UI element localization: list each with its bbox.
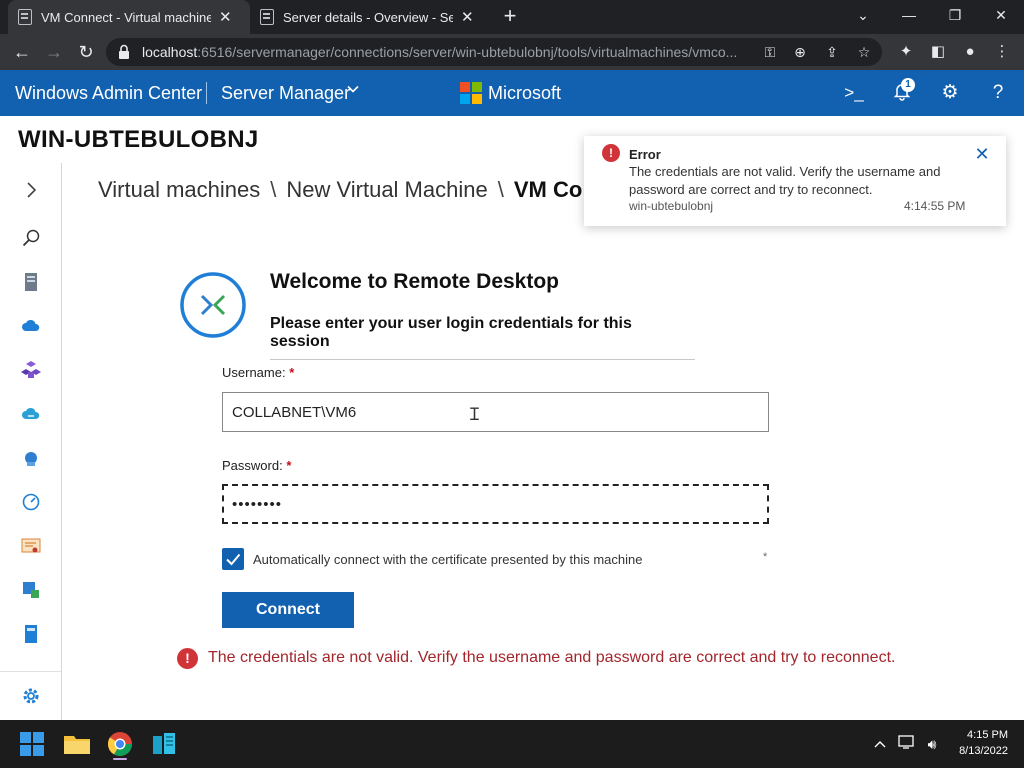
close-icon[interactable]: ✕ xyxy=(972,144,992,164)
lock-icon xyxy=(119,44,129,59)
volume-icon[interactable]: 🔊︎ xyxy=(922,734,942,754)
certificate-icon[interactable] xyxy=(16,531,46,561)
tool-nav-rail xyxy=(0,163,62,720)
clock-date[interactable]: 8/13/2022 xyxy=(948,745,1008,757)
chevron-down-icon[interactable] xyxy=(346,82,360,99)
chrome-icon[interactable] xyxy=(104,728,136,760)
url-text: localhost:6516/servermanager/connections… xyxy=(142,44,752,60)
inline-error-message: The credentials are not valid. Verify th… xyxy=(208,649,896,666)
minimize-button[interactable]: — xyxy=(886,0,932,30)
toast-message: The credentials are not valid. Verify th… xyxy=(629,164,941,197)
close-icon[interactable]: ✕ xyxy=(461,8,474,26)
cubes-icon[interactable] xyxy=(16,355,46,385)
powershell-icon[interactable]: >_ xyxy=(842,81,866,105)
error-toast: ! Error The credentials are not valid. V… xyxy=(584,136,1006,226)
connect-button[interactable]: Connect xyxy=(222,592,354,628)
server-icon[interactable] xyxy=(16,267,46,297)
menu-kebab-icon[interactable]: ⋮ xyxy=(990,40,1014,64)
toast-source: win-ubtebulobnj xyxy=(629,199,714,213)
expand-chevron-icon[interactable] xyxy=(16,175,46,205)
admin-center-icon[interactable] xyxy=(148,728,180,760)
close-window-button[interactable]: ✕ xyxy=(978,0,1024,30)
password-field[interactable] xyxy=(222,484,769,524)
forward-arrow-icon[interactable]: → xyxy=(42,40,66,64)
windows-taskbar: 🔊︎ 4:15 PM 8/13/2022 xyxy=(0,720,1024,768)
cert-checkbox-label[interactable]: Automatically connect with the certifica… xyxy=(253,552,642,567)
required-marker: * xyxy=(286,458,292,473)
windows-start-icon[interactable] xyxy=(16,728,48,760)
star-icon[interactable]: ☆ xyxy=(854,42,874,62)
back-arrow-icon[interactable]: ← xyxy=(10,40,34,64)
toast-timestamp: 4:14:55 PM xyxy=(904,199,966,213)
zoom-icon[interactable]: ⊕ xyxy=(790,42,810,62)
profile-icon[interactable]: ● xyxy=(958,40,982,64)
network-icon[interactable] xyxy=(16,443,46,473)
tab-title: Server details - Overview - Server xyxy=(283,9,453,25)
reload-icon[interactable]: ↻ xyxy=(74,40,98,64)
rdp-welcome-title: Welcome to Remote Desktop xyxy=(270,270,560,293)
side-panel-icon[interactable]: ◧ xyxy=(926,40,950,64)
close-icon[interactable]: ✕ xyxy=(219,8,232,26)
rdp-subtitle: Please enter your user login credentials… xyxy=(270,315,695,360)
microsoft-logo-icon xyxy=(460,82,482,104)
browser-tab-server-details[interactable]: Server details - Overview - Server ✕ xyxy=(250,0,492,34)
brand-name: Microsoft xyxy=(488,83,562,103)
notification-badge: 1 xyxy=(901,78,915,92)
text-cursor-icon: Ｉ xyxy=(466,405,483,425)
restore-button[interactable]: ❐ xyxy=(932,0,978,30)
network-monitor-icon[interactable] xyxy=(897,734,917,754)
gauge-icon[interactable] xyxy=(16,487,46,517)
browser-tab-vm-connect[interactable]: VM Connect - Virtual machines - ✕ xyxy=(8,0,250,34)
breadcrumb-current: VM Co xyxy=(513,177,583,202)
url-path: :6516/servermanager/connections/server/w… xyxy=(197,44,738,60)
breadcrumb: Virtual machines \ New Virtual Machine \ VM … xyxy=(98,177,582,203)
devices-icon[interactable] xyxy=(16,575,46,605)
tab-title: VM Connect - Virtual machines - xyxy=(41,9,211,25)
cert-footnote-marker: * xyxy=(763,551,768,563)
username-label: Username: * xyxy=(222,365,295,380)
password-label: Password: * xyxy=(222,458,292,473)
book-icon[interactable] xyxy=(16,619,46,649)
page-icon xyxy=(18,9,32,25)
gear-icon[interactable] xyxy=(16,681,46,711)
remote-desktop-icon xyxy=(180,272,246,338)
chevron-up-icon[interactable] xyxy=(870,734,890,754)
browser-toolbar: ← → ↻ localhost:6516/servermanager/conne… xyxy=(0,34,1024,70)
page-icon xyxy=(260,9,274,25)
key-icon[interactable]: ⚿ xyxy=(760,42,780,62)
share-icon[interactable]: ⇪ xyxy=(822,42,842,62)
username-field[interactable] xyxy=(222,392,769,432)
app-header: Windows Admin Center Server Manager Micr… xyxy=(0,70,1024,116)
tool-selector[interactable]: Server Manager xyxy=(221,83,350,104)
extensions-icon[interactable]: ✦ xyxy=(894,40,918,64)
error-icon: ! xyxy=(177,648,198,669)
browser-tab-strip: VM Connect - Virtual machines - ✕ Server… xyxy=(0,0,1024,34)
breadcrumb-separator: \ xyxy=(497,177,504,202)
required-marker: * xyxy=(289,365,295,380)
toast-title: Error xyxy=(629,147,661,162)
app-title[interactable]: Windows Admin Center xyxy=(15,83,202,104)
address-bar[interactable]: localhost:6516/servermanager/connections… xyxy=(106,38,882,66)
cert-checkbox[interactable] xyxy=(222,548,244,570)
url-host: localhost xyxy=(142,44,198,60)
clock-time[interactable]: 4:15 PM xyxy=(960,729,1008,741)
rail-settings-area xyxy=(0,671,61,720)
file-explorer-icon[interactable] xyxy=(61,728,93,760)
help-icon[interactable]: ? xyxy=(986,81,1010,105)
new-tab-button[interactable]: + xyxy=(498,5,522,29)
breadcrumb-item-new-vm[interactable]: New Virtual Machine xyxy=(286,177,487,202)
header-divider xyxy=(206,82,207,104)
checkmark-icon xyxy=(226,553,241,566)
error-icon: ! xyxy=(602,144,620,162)
tab-search-chevron-icon[interactable]: ⌄ xyxy=(840,0,886,30)
breadcrumb-item-virtual-machines[interactable]: Virtual machines xyxy=(98,177,260,202)
gear-icon[interactable]: ⚙ xyxy=(938,81,962,105)
server-title: WIN-UBTEBULOBNJ xyxy=(18,126,259,153)
cloud-sync-icon[interactable] xyxy=(16,399,46,429)
cloud-icon[interactable] xyxy=(16,311,46,341)
search-icon[interactable] xyxy=(16,223,46,253)
breadcrumb-separator: \ xyxy=(270,177,277,202)
